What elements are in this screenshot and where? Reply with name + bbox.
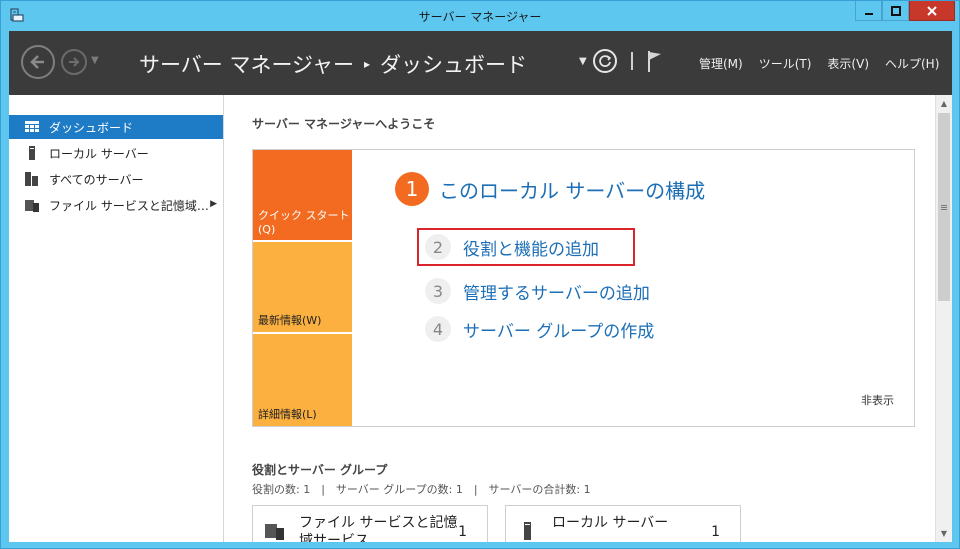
refresh-icon bbox=[598, 55, 611, 67]
card-count: 1 bbox=[711, 524, 720, 540]
maximize-button[interactable] bbox=[882, 1, 909, 21]
step-add-servers[interactable]: 3 管理するサーバーの追加 bbox=[425, 278, 650, 304]
scroll-down-button[interactable]: ▼ bbox=[936, 525, 952, 542]
breadcrumb-root[interactable]: サーバー マネージャー bbox=[139, 49, 354, 79]
card-count: 1 bbox=[458, 524, 467, 540]
window-title: サーバー マネージャー bbox=[418, 10, 542, 24]
arrow-left-icon bbox=[30, 55, 44, 69]
server-icon bbox=[524, 522, 531, 540]
window-controls bbox=[855, 1, 955, 21]
history-dropdown[interactable]: ▼ bbox=[91, 55, 99, 66]
tile-learn-more-label: 詳細情報(L) bbox=[258, 408, 317, 421]
tile-whats-new-label: 最新情報(W) bbox=[258, 314, 322, 327]
step-configure-local-server[interactable]: 1 このローカル サーバーの構成 bbox=[395, 172, 705, 206]
menu-tools[interactable]: ツール(T) bbox=[759, 55, 812, 72]
step-label: このローカル サーバーの構成 bbox=[439, 178, 706, 203]
file-services-icon bbox=[265, 524, 284, 540]
tile-quick-start[interactable]: クイック スタート(Q) bbox=[253, 150, 352, 240]
sidebar-item-label: ダッシュボード bbox=[49, 120, 134, 135]
close-button[interactable] bbox=[909, 1, 955, 21]
sidebar-item-label: ファイル サービスと記憶域… bbox=[49, 198, 209, 213]
roles-groups-heading: 役割とサーバー グループ bbox=[252, 463, 388, 477]
highlight-box bbox=[417, 228, 635, 266]
menu-manage[interactable]: 管理(M) bbox=[699, 55, 743, 72]
breadcrumb-current: ダッシュボード bbox=[380, 53, 528, 77]
step-label: サーバー グループの作成 bbox=[463, 321, 655, 342]
forward-button[interactable] bbox=[61, 49, 87, 75]
tile-quick-start-label: クイック スタート(Q) bbox=[258, 209, 350, 236]
step-number-badge: 4 bbox=[425, 316, 451, 342]
sidebar-item-file-services[interactable]: ファイル サービスと記憶域… ▶ bbox=[9, 193, 223, 217]
minimize-button[interactable] bbox=[855, 1, 882, 21]
maximize-icon bbox=[890, 5, 901, 16]
scroll-thumb[interactable] bbox=[938, 113, 950, 301]
sidebar-item-all-servers[interactable]: すべてのサーバー bbox=[9, 167, 223, 191]
content-area: ダッシュボード ローカル サーバー すべてのサーバー ファイル サービスと記憶域… bbox=[9, 95, 952, 542]
tile-whats-new[interactable]: 最新情報(W) bbox=[253, 242, 352, 332]
breadcrumb-separator: ▸ bbox=[364, 57, 371, 71]
sidebar-item-local-server[interactable]: ローカル サーバー bbox=[9, 141, 223, 165]
servers-icon bbox=[25, 172, 39, 186]
role-card-local-server[interactable]: ローカル サーバー 1 bbox=[505, 505, 741, 542]
header-tools: ▼ bbox=[579, 49, 663, 73]
role-card-file-services[interactable]: ファイル サービスと記憶域サービス 1 bbox=[252, 505, 488, 542]
vertical-scrollbar[interactable]: ▲ ▼ bbox=[935, 95, 952, 542]
sidebar: ダッシュボード ローカル サーバー すべてのサーバー ファイル サービスと記憶域… bbox=[9, 95, 224, 542]
menu-view[interactable]: 表示(V) bbox=[827, 55, 869, 72]
sidebar-item-dashboard[interactable]: ダッシュボード bbox=[9, 115, 223, 139]
card-title: ローカル サーバー bbox=[552, 515, 669, 531]
step-label: 管理するサーバーの追加 bbox=[463, 283, 650, 304]
back-button[interactable] bbox=[21, 45, 55, 79]
tile-learn-more[interactable]: 詳細情報(L) bbox=[253, 334, 352, 426]
sidebar-item-label: ローカル サーバー bbox=[49, 146, 149, 161]
dashboard-icon bbox=[25, 120, 39, 134]
refresh-button[interactable] bbox=[592, 49, 617, 73]
step-create-server-group[interactable]: 4 サーバー グループの作成 bbox=[425, 316, 654, 342]
server-icon bbox=[25, 146, 39, 160]
app-header: ▼ サーバー マネージャー ▸ ダッシュボード ▼ 管理(M) ツール(T) 表… bbox=[9, 31, 952, 95]
step-number-badge: 3 bbox=[425, 278, 451, 304]
grip-icon bbox=[941, 204, 947, 210]
quick-start-panel: クイック スタート(Q) 最新情報(W) 詳細情報(L) 1 このローカル サー… bbox=[252, 149, 915, 427]
notifications-flag-icon[interactable] bbox=[647, 50, 663, 72]
breadcrumb: サーバー マネージャー ▸ ダッシュボード bbox=[139, 49, 527, 79]
breadcrumb-dropdown[interactable]: ▼ bbox=[579, 56, 587, 67]
hide-link[interactable]: 非表示 bbox=[861, 392, 894, 408]
server-manager-window: サーバー マネージャー ▼ サーバー マネージャー ▸ ダッシュボード ▼ 管理… bbox=[0, 0, 960, 549]
welcome-heading: サーバー マネージャーへようこそ bbox=[252, 117, 436, 131]
toolbar-divider bbox=[630, 52, 633, 70]
dashboard-main: サーバー マネージャーへようこそ クイック スタート(Q) 最新情報(W) 詳細… bbox=[226, 95, 935, 542]
close-icon bbox=[927, 5, 937, 16]
arrow-right-icon bbox=[69, 57, 80, 67]
step-number-badge: 1 bbox=[395, 172, 429, 206]
minimize-icon bbox=[864, 12, 873, 15]
menu-bar: 管理(M) ツール(T) 表示(V) ヘルプ(H) bbox=[699, 55, 939, 72]
expand-arrow-icon[interactable]: ▶ bbox=[210, 199, 217, 209]
roles-groups-summary: 役割の数: 1 | サーバー グループの数: 1 | サーバーの合計数: 1 bbox=[252, 483, 591, 496]
title-bar: サーバー マネージャー bbox=[1, 1, 959, 31]
scroll-up-button[interactable]: ▲ bbox=[936, 95, 952, 112]
menu-help[interactable]: ヘルプ(H) bbox=[885, 55, 939, 72]
file-services-icon bbox=[25, 198, 39, 212]
sidebar-item-label: すべてのサーバー bbox=[49, 172, 144, 187]
card-title: ファイル サービスと記憶域サービス bbox=[299, 515, 458, 542]
